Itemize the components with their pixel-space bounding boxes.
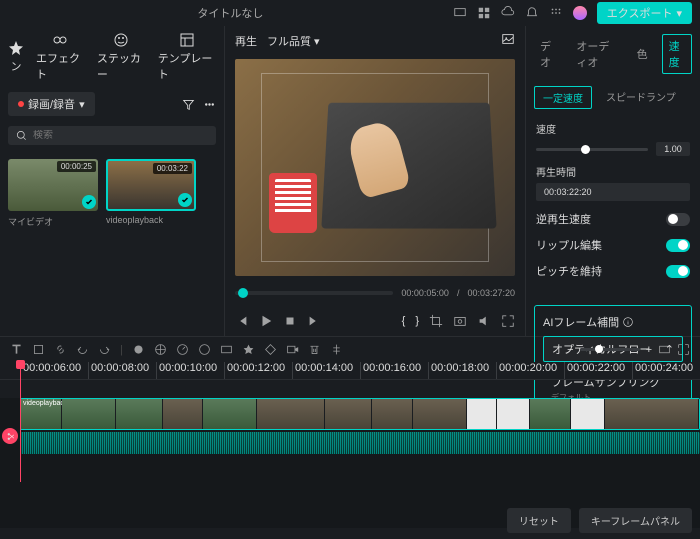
- volume-icon[interactable]: [477, 314, 491, 328]
- color-icon[interactable]: [198, 343, 211, 356]
- duration-label: 再生時間: [536, 164, 690, 179]
- export-button[interactable]: エクスポート▾: [597, 2, 692, 24]
- reset-button[interactable]: リセット: [507, 508, 571, 533]
- tab-audio[interactable]: オーディオ: [570, 35, 622, 73]
- crop-tool-icon[interactable]: [32, 343, 45, 356]
- tab-sticker[interactable]: ステッカー: [97, 32, 146, 82]
- quality-select[interactable]: フル品質 ▾: [267, 33, 320, 49]
- info-icon[interactable]: [623, 317, 633, 327]
- filter-icon[interactable]: [182, 98, 195, 111]
- next-frame-icon[interactable]: [307, 314, 321, 328]
- speed-slider[interactable]: [536, 148, 648, 151]
- timeline-ruler[interactable]: 00:00:06:0000:00:08:0000:00:10:0000:00:1…: [0, 362, 700, 380]
- snapshot-icon[interactable]: [453, 314, 467, 328]
- record-button[interactable]: 録画/録音▾: [8, 92, 95, 116]
- monitor-icon[interactable]: [453, 6, 467, 20]
- preview-canvas[interactable]: [235, 59, 515, 276]
- prev-frame-icon[interactable]: [235, 314, 249, 328]
- bracket-out-icon[interactable]: }: [415, 315, 419, 327]
- expand-icon[interactable]: [677, 343, 690, 356]
- search-box[interactable]: [8, 126, 216, 145]
- pitch-label: ピッチを維持: [536, 263, 602, 279]
- speed-icon[interactable]: [176, 343, 189, 356]
- tab-speed[interactable]: 速度: [662, 34, 692, 74]
- pitch-toggle[interactable]: [666, 265, 690, 278]
- top-actions: エクスポート▾: [453, 2, 692, 24]
- more-icon[interactable]: [203, 98, 216, 111]
- cloud-icon[interactable]: [501, 6, 515, 20]
- undo-icon[interactable]: [76, 343, 89, 356]
- scrub-bar[interactable]: [235, 291, 393, 295]
- speed-value[interactable]: 1.00: [656, 142, 690, 156]
- fit-icon[interactable]: [658, 343, 671, 356]
- bracket-in-icon[interactable]: {: [402, 315, 406, 327]
- time-total: 00:03:27:20: [467, 288, 515, 298]
- media-tabs: ン エフェクト ステッカー テンプレート: [0, 26, 224, 88]
- time-current: 00:00:05:00: [401, 288, 449, 298]
- tab-color[interactable]: 色: [631, 43, 654, 65]
- bell-icon[interactable]: [525, 6, 539, 20]
- ripple-toggle[interactable]: [666, 239, 690, 252]
- play-icon[interactable]: [259, 314, 273, 328]
- zoom-slider[interactable]: [580, 348, 640, 351]
- subtab-ramp[interactable]: スピードランプ: [598, 86, 684, 109]
- text-tool-icon[interactable]: [10, 343, 23, 356]
- fullscreen-icon[interactable]: [501, 314, 515, 328]
- duration-value[interactable]: 00:03:22:20: [536, 183, 690, 201]
- adjust-icon[interactable]: [154, 343, 167, 356]
- split-icon[interactable]: [330, 343, 343, 356]
- media-thumb[interactable]: 00:03:22 videoplayback: [106, 159, 196, 228]
- speed-label: 速度: [536, 121, 690, 136]
- check-icon: [82, 195, 96, 209]
- project-title: タイトルなし: [8, 5, 453, 21]
- search-icon: [16, 130, 27, 141]
- video-track[interactable]: videoplayback: [20, 398, 700, 430]
- media-panel: ン エフェクト ステッカー テンプレート 録画/録音▾ 00:00:25 マイビ…: [0, 26, 225, 336]
- audio-track[interactable]: [20, 432, 700, 454]
- tab-effect[interactable]: エフェクト: [36, 32, 85, 82]
- media-thumb[interactable]: 00:00:25 マイビデオ: [8, 159, 98, 228]
- reverse-toggle[interactable]: [666, 213, 690, 226]
- playback-label: 再生: [235, 33, 257, 49]
- clip[interactable]: videoplayback: [21, 399, 62, 429]
- mask-icon[interactable]: [220, 343, 233, 356]
- grid-icon[interactable]: [477, 6, 491, 20]
- tab-transition[interactable]: ン: [8, 40, 24, 74]
- playhead[interactable]: [20, 362, 21, 482]
- keyframe-panel-button[interactable]: キーフレームパネル: [579, 508, 692, 533]
- zoom-in-icon[interactable]: +: [646, 344, 652, 356]
- preview-content: [321, 103, 496, 229]
- image-icon[interactable]: [501, 32, 515, 46]
- tab-template[interactable]: テンプレート: [158, 32, 216, 82]
- ai-icon[interactable]: [242, 343, 255, 356]
- zoom-out-icon[interactable]: −: [567, 344, 573, 356]
- link-icon[interactable]: [54, 343, 67, 356]
- reverse-label: 逆再生速度: [536, 211, 591, 227]
- avatar[interactable]: [573, 6, 587, 20]
- apps-icon[interactable]: [549, 6, 563, 20]
- check-icon: [178, 193, 192, 207]
- record-icon[interactable]: [286, 343, 299, 356]
- tab-video[interactable]: デオ: [534, 35, 562, 73]
- keyframe-icon[interactable]: [264, 343, 277, 356]
- marker-icon[interactable]: [132, 343, 145, 356]
- ripple-label: リップル編集: [536, 237, 602, 253]
- inspector-panel: デオ オーディオ 色 速度 一定速度 スピードランプ 速度 1.00 再生時間 …: [525, 26, 700, 336]
- title-bar: タイトルなし エクスポート▾: [0, 0, 700, 26]
- subtab-uniform[interactable]: 一定速度: [534, 86, 592, 109]
- scissors-icon[interactable]: [2, 428, 18, 444]
- preview-panel: 再生 フル品質 ▾ 00:00:05:00 / 00:03:27:20 { }: [225, 26, 525, 336]
- delete-icon[interactable]: [308, 343, 321, 356]
- stop-icon[interactable]: [283, 314, 297, 328]
- crop-icon[interactable]: [429, 314, 443, 328]
- redo-icon[interactable]: [98, 343, 111, 356]
- playback-controls: { }: [225, 306, 525, 336]
- search-input[interactable]: [33, 130, 208, 141]
